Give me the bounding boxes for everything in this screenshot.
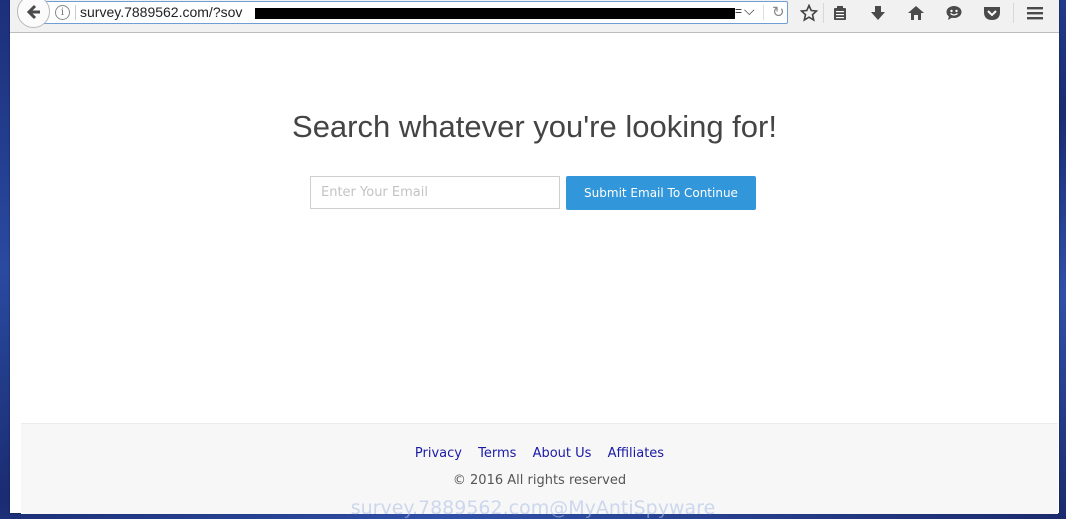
pocket-icon[interactable] (981, 3, 1003, 23)
footer-link-terms[interactable]: Terms (478, 446, 516, 461)
url-separator-2 (763, 5, 764, 20)
back-arrow-icon (26, 4, 40, 19)
browser-window: i survey.7889562.com/?sov = ⌵ ↻ Search w… (10, 0, 1059, 514)
url-text[interactable]: survey.7889562.com/?sov (80, 4, 242, 20)
url-redaction-bar (255, 8, 735, 19)
home-icon[interactable] (905, 3, 927, 23)
reading-list-icon[interactable] (829, 3, 851, 23)
url-separator (75, 5, 76, 20)
footer-links: Privacy Terms About Us Affiliates (21, 446, 1058, 461)
footer-link-privacy[interactable]: Privacy (415, 446, 462, 461)
email-input[interactable] (310, 176, 560, 209)
chat-icon[interactable] (943, 3, 965, 23)
site-info-icon[interactable]: i (55, 5, 70, 20)
browser-toolbar: i survey.7889562.com/?sov = ⌵ ↻ (10, 0, 1059, 33)
bookmark-star-icon[interactable] (798, 3, 820, 23)
url-dropdown-chevron-icon[interactable]: ⌵ (744, 2, 755, 19)
footer-link-affiliates[interactable]: Affiliates (608, 446, 665, 461)
menu-icon[interactable] (1024, 3, 1046, 23)
downloads-icon[interactable] (867, 3, 889, 23)
toolbar-separator (823, 3, 824, 23)
address-bar[interactable]: i survey.7889562.com/?sov = ⌵ ↻ (42, 1, 788, 24)
footer-link-about-us[interactable]: About Us (533, 446, 592, 461)
url-tail: = (735, 4, 743, 18)
submit-email-button[interactable]: Submit Email To Continue (566, 176, 756, 210)
watermark-text: survey.7889562.com@MyAntiSpyware (350, 497, 716, 519)
page-headline: Search whatever you're looking for! (292, 109, 777, 144)
copyright-text: © 2016 All rights reserved (452, 473, 627, 488)
reload-icon[interactable]: ↻ (772, 3, 785, 21)
page-content: Search whatever you're looking for! Subm… (10, 33, 1059, 423)
toolbar-separator (1013, 3, 1014, 23)
